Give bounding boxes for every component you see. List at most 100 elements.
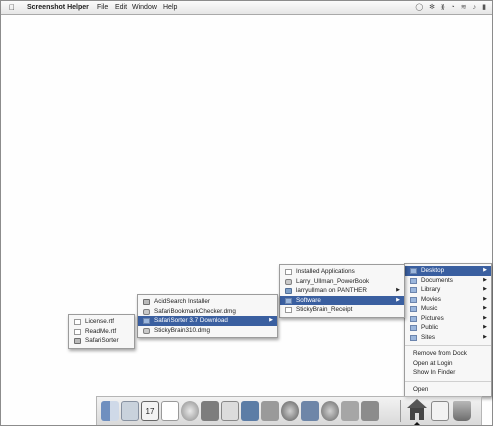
menu-edit[interactable]: Edit xyxy=(115,1,127,14)
menu-item-label: AcidSearch Installer xyxy=(154,298,210,305)
menu-item-label: Library xyxy=(421,286,441,293)
menu-file[interactable]: File xyxy=(97,1,108,14)
menu-item-label: Sites xyxy=(421,333,435,341)
document-icon xyxy=(285,307,292,313)
safarisorter-submenu: License.rtf ReadMe.rtf SafariSorter xyxy=(68,314,135,349)
running-indicator xyxy=(414,422,420,425)
disk-image-icon xyxy=(143,327,150,334)
open-at-login-item[interactable]: Open at Login xyxy=(405,359,491,369)
submenu-arrow-icon: ▶ xyxy=(396,287,400,293)
submenu-arrow-icon: ▶ xyxy=(483,333,487,340)
address-book-icon[interactable] xyxy=(201,401,219,421)
xcode-icon[interactable] xyxy=(341,401,359,421)
menu-item-panther-volume[interactable]: larryullman on PANTHER ▶ xyxy=(280,286,404,296)
submenu-arrow-icon: ▶ xyxy=(483,324,487,330)
system-preferences-icon[interactable] xyxy=(321,401,339,421)
menu-item-label: SafariSorter xyxy=(85,337,119,344)
application-icon xyxy=(143,299,150,305)
dock-divider xyxy=(400,400,401,422)
document-icon xyxy=(74,328,81,335)
menu-item-label: StickyBrain310.dmg xyxy=(154,326,210,334)
menu-item-acidsearch-installer[interactable]: AcidSearch Installer xyxy=(138,297,277,307)
menu-item-label: larryullman on PANTHER xyxy=(296,287,367,294)
app-menu-screenshot-helper[interactable]: Screenshot Helper xyxy=(27,1,89,14)
menu-item-stickybrain-dmg[interactable]: StickyBrain310.dmg xyxy=(138,326,277,336)
utility-icon[interactable] xyxy=(361,401,379,421)
menu-bar:  Screenshot Helper File Edit Window Hel… xyxy=(1,1,492,15)
open-item[interactable]: Open xyxy=(405,385,491,395)
itunes-icon[interactable] xyxy=(221,401,239,421)
bluetooth-icon[interactable]: ᚕ xyxy=(441,1,445,14)
sync-icon[interactable]: ◯ xyxy=(415,1,423,14)
mail-icon[interactable] xyxy=(121,401,139,421)
menu-extras: ◯ ✻ ᚕ ◔ ≋ ♪ ▮ xyxy=(415,1,486,14)
menu-item-label: ReadMe.rtf xyxy=(85,327,117,335)
menu-item-label: Music xyxy=(421,305,438,312)
menu-item-sites[interactable]: Sites ▶ xyxy=(405,333,491,343)
disk-icon xyxy=(285,278,292,285)
menu-item-label: Documents xyxy=(421,276,453,284)
submenu-arrow-icon: ▶ xyxy=(483,305,487,311)
menu-item-readme-rtf[interactable]: ReadMe.rtf xyxy=(69,327,134,337)
menu-item-powerbook-volume[interactable]: Larry_Ullman_PowerBook xyxy=(280,277,404,287)
apple-menu-icon[interactable]:  xyxy=(9,1,15,14)
safari-icon[interactable] xyxy=(181,401,199,421)
trash-icon[interactable] xyxy=(453,401,471,421)
show-in-finder-item[interactable]: Show In Finder xyxy=(405,368,491,378)
quicktime-icon[interactable] xyxy=(281,401,299,421)
submenu-arrow-icon: ▶ xyxy=(483,267,487,273)
document-icon[interactable] xyxy=(431,401,449,421)
menu-item-label: StickyBrain_Receipt xyxy=(296,306,353,313)
ichat-icon[interactable] xyxy=(301,401,319,421)
menu-item-stickybrain-receipt[interactable]: StickyBrain_Receipt xyxy=(280,305,404,315)
folder-icon xyxy=(410,334,417,341)
folder-icon xyxy=(410,296,417,303)
menu-help[interactable]: Help xyxy=(163,1,177,14)
menu-item-safaribookmarkchecker-dmg[interactable]: SafariBookmarkChecker.dmg xyxy=(138,307,277,317)
menu-item-music[interactable]: Music ▶ xyxy=(405,304,491,314)
time-machine-icon[interactable]: ◔ xyxy=(451,1,455,14)
imovie-icon[interactable] xyxy=(261,401,279,421)
folder-icon xyxy=(410,306,417,312)
script-icon[interactable]: ✻ xyxy=(429,1,435,14)
menu-item-label: SafariBookmarkChecker.dmg xyxy=(154,307,236,315)
remove-from-dock-item[interactable]: Remove from Dock xyxy=(405,349,491,359)
folder-icon xyxy=(410,325,417,331)
menu-separator xyxy=(405,380,491,382)
folder-icon xyxy=(410,268,417,274)
document-icon xyxy=(74,319,81,325)
folder-icon xyxy=(410,315,417,322)
menu-item-pictures[interactable]: Pictures ▶ xyxy=(405,314,491,324)
dock: 17 xyxy=(96,396,482,425)
folder-icon xyxy=(410,277,417,284)
battery-icon[interactable]: ▮ xyxy=(482,1,486,14)
submenu-arrow-icon: ▶ xyxy=(483,276,487,283)
menu-item-movies[interactable]: Movies ▶ xyxy=(405,295,491,305)
airport-icon[interactable]: ≋ xyxy=(461,1,467,14)
menu-item-label: SafariSorter 3.7 Download xyxy=(154,317,228,324)
folder-icon xyxy=(285,297,292,304)
folder-icon xyxy=(410,287,417,293)
menu-item-library[interactable]: Library ▶ xyxy=(405,285,491,295)
home-folder-menu: Desktop ▶ Documents ▶ Library ▶ Movies ▶… xyxy=(404,263,492,397)
ical-icon[interactable]: 17 xyxy=(141,401,159,421)
menu-item-license-rtf[interactable]: License.rtf xyxy=(69,317,134,327)
menu-item-safarisorter-app[interactable]: SafariSorter xyxy=(69,336,134,346)
menu-item-label: Movies xyxy=(421,295,441,303)
home-folder-icon[interactable] xyxy=(407,399,427,421)
menu-item-software[interactable]: Software ▶ xyxy=(280,295,404,305)
volume-icon[interactable]: ♪ xyxy=(473,1,477,14)
menu-item-safarisorter-download[interactable]: SafariSorter 3.7 Download ▶ xyxy=(138,316,277,326)
finder-icon[interactable] xyxy=(101,401,119,421)
menu-item-documents[interactable]: Documents ▶ xyxy=(405,276,491,286)
menu-item-installed-applications[interactable]: Installed Applications xyxy=(280,267,404,277)
software-submenu: AcidSearch Installer SafariBookmarkCheck… xyxy=(137,294,278,338)
menu-item-public[interactable]: Public ▶ xyxy=(405,323,491,333)
menu-item-desktop[interactable]: Desktop ▶ xyxy=(405,266,491,276)
submenu-arrow-icon: ▶ xyxy=(483,314,487,321)
menu-window[interactable]: Window xyxy=(132,1,157,14)
menu-item-label: Installed Applications xyxy=(296,268,355,275)
blank-document-icon[interactable] xyxy=(161,401,179,421)
iphoto-icon[interactable] xyxy=(241,401,259,421)
menu-item-label: Pictures xyxy=(421,314,444,322)
